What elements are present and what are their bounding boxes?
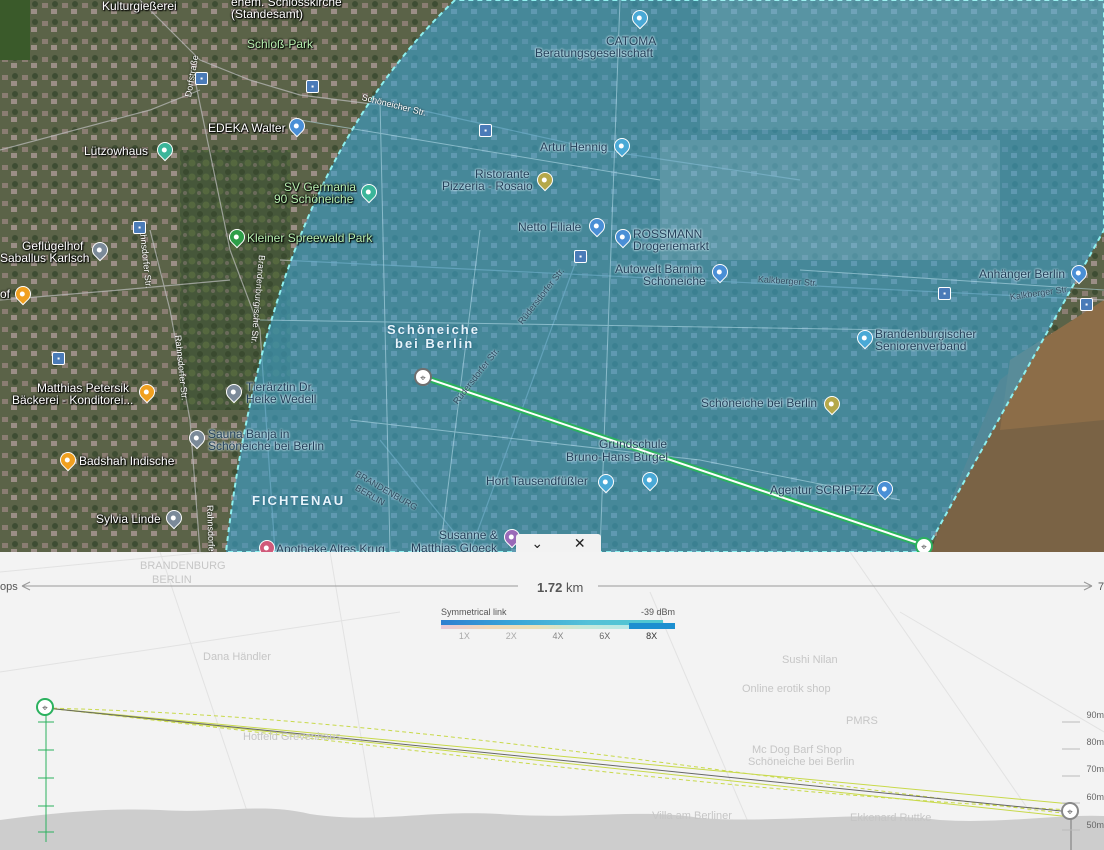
map-label: Netto Filiale xyxy=(518,220,582,234)
signal-scale-ticks: 1X 2X 4X 6X 8X xyxy=(441,631,675,641)
tower-b-profile-icon[interactable]: ⌖ xyxy=(1061,802,1079,820)
map-label: bei Berlin xyxy=(395,336,475,351)
panel-controls: ⌄ ✕ xyxy=(516,534,601,552)
distance-unit: km xyxy=(565,580,584,595)
height-label: 60m xyxy=(1086,792,1104,802)
map-label: of xyxy=(0,287,11,301)
map-label: Sylvia Linde xyxy=(96,512,161,526)
chevron-down-icon[interactable]: ⌄ xyxy=(516,534,559,552)
faded-map-label: Villa am Berliner xyxy=(652,810,732,822)
map-label: Badshah Indische xyxy=(79,454,175,468)
map-label: EDEKA Walter xyxy=(208,121,286,135)
distance-value: 1.72 xyxy=(537,580,563,595)
map-label: (Standesamt) xyxy=(231,7,304,21)
terrain-profile xyxy=(0,808,1104,850)
bus-stop-icon[interactable]: ▪ xyxy=(133,221,146,234)
map-label: Lützowhaus xyxy=(84,144,149,158)
tower-a-profile-icon[interactable]: ⌖ xyxy=(36,698,54,716)
signal-scale-bar xyxy=(441,620,675,629)
faded-map-label: Dana Händler xyxy=(203,651,271,663)
faded-map-label: PMRS xyxy=(846,715,878,727)
tick-6x: 6X xyxy=(599,631,611,641)
map-label: Schloß-Park xyxy=(247,37,314,51)
tick-4x: 4X xyxy=(552,631,564,641)
link-type-label: Symmetrical link xyxy=(441,607,507,617)
close-icon[interactable]: ✕ xyxy=(559,534,602,552)
map-label: Bäckerei - Konditorei... xyxy=(12,393,134,407)
faded-map-label: Hotfeld Grevenhaus xyxy=(243,731,341,743)
faded-map-label: BRANDENBURG xyxy=(140,560,226,572)
map-label: Schöneiche xyxy=(643,274,706,288)
tick-1x: 1X xyxy=(458,631,470,641)
map-label: Hort Tausendfüßler xyxy=(486,474,588,488)
bus-stop-icon[interactable]: ▪ xyxy=(479,124,492,137)
map-label: Kulturgießerei xyxy=(102,0,177,13)
map-label: Heike Wedell xyxy=(246,392,317,406)
map-label: 90 Schöneiche xyxy=(274,192,354,206)
tower-b-icon[interactable]: ⌖ xyxy=(915,537,933,552)
map-label: Apotheke Altes Krug xyxy=(276,542,385,553)
bus-stop-icon[interactable]: ▪ xyxy=(52,352,65,365)
map-label: Artur Hennig xyxy=(540,140,608,154)
faded-map-label: Ekkenard Ruttke xyxy=(850,812,932,824)
height-label: 50m xyxy=(1086,820,1104,830)
bus-stop-icon[interactable]: ▪ xyxy=(306,80,319,93)
faded-map-label: BERLIN xyxy=(152,574,192,586)
link-distance: 1.72 km xyxy=(537,580,583,595)
map-label: FICHTENAU xyxy=(252,493,346,508)
next-segment-label: 7 xyxy=(1098,581,1104,593)
bus-stop-icon[interactable]: ▪ xyxy=(195,72,208,85)
faded-map-label: Mc Dog Barf Shop xyxy=(752,744,842,756)
bus-stop-icon[interactable]: ▪ xyxy=(938,287,951,300)
faded-map-label: Online erotik shop xyxy=(742,683,831,695)
height-label: 90m xyxy=(1086,710,1104,720)
map-label: Agentur SCRIPTZZ xyxy=(770,483,875,497)
map-label: Kleiner Spreewald Park xyxy=(247,231,373,245)
height-label: 80m xyxy=(1086,737,1104,747)
elevation-profile-panel: Dana Händler Sushi Nilan Online erotik s… xyxy=(0,552,1104,850)
map-label: Beratungsgesellschaft xyxy=(535,46,654,60)
map-label: Schöneiche xyxy=(387,322,480,337)
line-of-sight xyxy=(45,707,1072,813)
profile-canvas xyxy=(0,552,1104,850)
prev-segment-label: ops xyxy=(0,581,18,593)
faded-map-label: Sushi Nilan xyxy=(782,654,838,666)
height-label: 70m xyxy=(1086,764,1104,774)
tick-2x: 2X xyxy=(505,631,517,641)
signal-legend: Symmetrical link -39 dBm 1X 2X 4X 6X 8X xyxy=(441,607,675,641)
map-label: Matthias Gloeck xyxy=(411,541,498,553)
map-label: Saballus Karlsch xyxy=(0,251,90,265)
tower-a-icon[interactable]: ⌖ xyxy=(414,368,432,386)
map-label: Anhänger Berlin xyxy=(979,267,1066,281)
tick-8x: 8X xyxy=(646,631,658,641)
bus-stop-icon[interactable]: ▪ xyxy=(574,250,587,263)
map-label: Bruno-Hans Bürgel xyxy=(566,450,669,464)
faded-map-label: Schöneiche bei Berlin xyxy=(748,756,855,768)
map-label: Drogeriemarkt xyxy=(633,239,710,253)
map-label: Seniorenverband xyxy=(875,339,967,353)
bus-stop-icon[interactable]: ▪ xyxy=(1080,298,1093,311)
map-label: Schöneiche bei Berlin xyxy=(701,396,818,410)
map-label: Pizzeria - Rosaio xyxy=(442,179,533,193)
satellite-map[interactable]: Kulturgießerei ehem. Schlosskirche (Stan… xyxy=(0,0,1104,552)
map-label: Schöneiche bei Berlin xyxy=(208,439,325,453)
signal-strength: -39 dBm xyxy=(640,607,675,617)
